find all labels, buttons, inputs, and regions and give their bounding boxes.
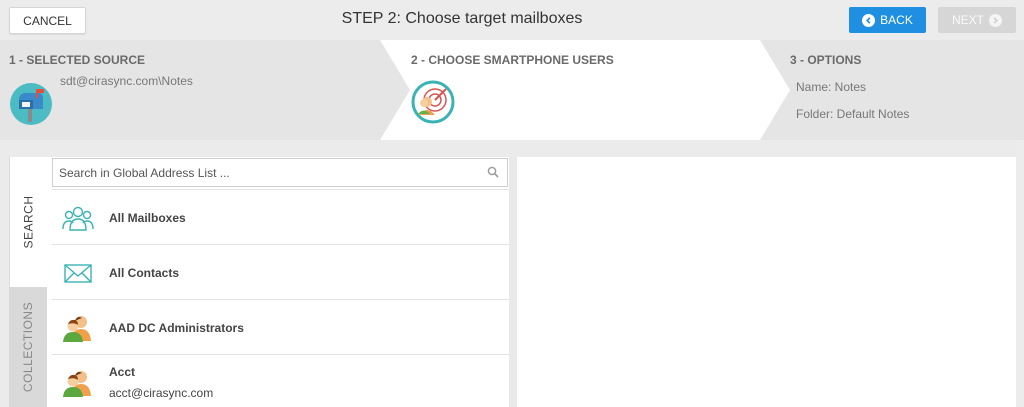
selected-users-panel[interactable] <box>517 157 1016 407</box>
step2-label: 2 - CHOOSE SMARTPHONE USERS <box>411 53 614 67</box>
list-item-name: Acct <box>109 365 136 379</box>
list-item[interactable]: All Contacts <box>52 244 509 299</box>
step1-label: 1 - SELECTED SOURCE <box>9 53 146 67</box>
step3-name: Name: Notes <box>796 80 867 94</box>
page-title: STEP 2: Choose target mailboxes <box>341 10 583 27</box>
tab-search-label: SEARCH <box>21 195 36 249</box>
list-item-email: acct@cirasync.com <box>109 386 214 400</box>
search-icon[interactable] <box>487 166 499 178</box>
next-button[interactable]: NEXT <box>938 7 1016 33</box>
search-input[interactable] <box>59 165 479 180</box>
step3-folder: Folder: Default Notes <box>796 107 910 121</box>
step-choose-users: 2 - CHOOSE SMARTPHONE USERS <box>411 40 771 140</box>
list-item-name: All Mailboxes <box>109 211 186 225</box>
list-item[interactable]: AAD DC Administrators <box>52 299 509 354</box>
tab-collections[interactable]: COLLECTIONS <box>9 287 47 407</box>
step3-label: 3 - OPTIONS <box>790 53 862 67</box>
step1-source: sdt@cirasync.com\Notes <box>60 74 193 88</box>
chevron-right-icon <box>989 13 1002 27</box>
address-list-panel: All Mailboxes All Contacts AAD DC Admini… <box>47 157 509 407</box>
back-button[interactable]: BACK <box>849 7 926 33</box>
list-item[interactable]: Acct acct@cirasync.com <box>52 354 509 407</box>
side-tabs: SEARCH COLLECTIONS <box>9 157 47 407</box>
group-icon <box>62 206 94 231</box>
users-icon <box>63 316 91 342</box>
chevron-left-icon <box>862 13 876 27</box>
right-margin <box>1016 140 1024 407</box>
step-selected-source: 1 - SELECTED SOURCE sdt@cirasync.com\Not… <box>0 40 380 140</box>
users-icon <box>63 371 91 397</box>
wizard-steps: 1 - SELECTED SOURCE sdt@cirasync.com\Not… <box>0 40 1024 140</box>
list-item[interactable]: All Mailboxes <box>52 189 509 244</box>
back-button-label: BACK <box>880 13 913 27</box>
tab-collections-label: COLLECTIONS <box>21 301 35 393</box>
mailbox-icon <box>10 83 52 125</box>
next-button-label: NEXT <box>951 13 984 27</box>
envelope-icon <box>64 264 92 283</box>
panel-divider <box>509 157 517 407</box>
search-box <box>52 158 508 187</box>
top-bar: CANCEL STEP 2: Choose target mailboxes B… <box>0 0 1024 40</box>
tab-search[interactable]: SEARCH <box>9 157 47 287</box>
step-options: 3 - OPTIONS Name: Notes Folder: Default … <box>790 40 1024 140</box>
target-users-icon <box>411 80 455 124</box>
list-item-name: AAD DC Administrators <box>109 321 244 335</box>
list-item-name: All Contacts <box>109 266 180 280</box>
